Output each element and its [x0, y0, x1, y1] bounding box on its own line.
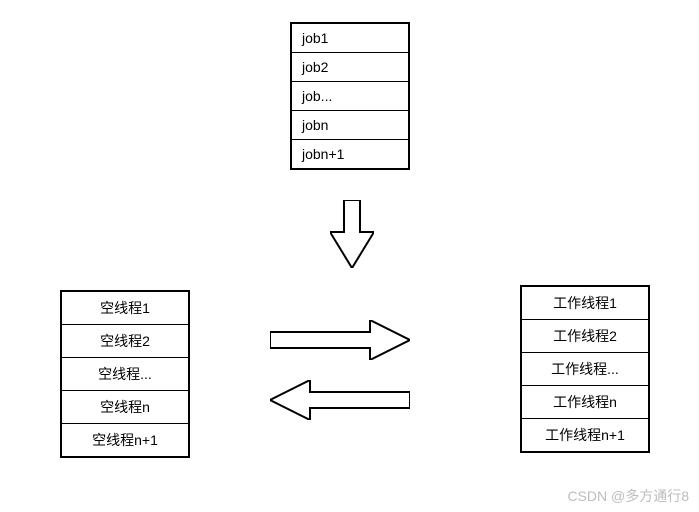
idle-thread-cell: 空线程n+1 [62, 424, 188, 456]
job-cell: jobn [292, 111, 408, 140]
arrow-right-icon [270, 320, 410, 360]
arrow-left-icon [270, 380, 410, 420]
work-thread-cell: 工作线程n [522, 386, 648, 419]
job-cell: job1 [292, 24, 408, 53]
job-queue: job1 job2 job... jobn jobn+1 [290, 22, 410, 170]
work-thread-cell: 工作线程1 [522, 287, 648, 320]
idle-thread-cell: 空线程1 [62, 292, 188, 325]
idle-thread-cell: 空线程n [62, 391, 188, 424]
idle-thread-cell: 空线程... [62, 358, 188, 391]
work-thread-cell: 工作线程n+1 [522, 419, 648, 451]
work-thread-pool: 工作线程1 工作线程2 工作线程... 工作线程n 工作线程n+1 [520, 285, 650, 453]
idle-thread-pool: 空线程1 空线程2 空线程... 空线程n 空线程n+1 [60, 290, 190, 458]
job-cell: jobn+1 [292, 140, 408, 168]
arrow-down-icon [330, 200, 374, 268]
job-cell: job... [292, 82, 408, 111]
watermark: CSDN @多方通行8 [567, 486, 689, 506]
work-thread-cell: 工作线程2 [522, 320, 648, 353]
idle-thread-cell: 空线程2 [62, 325, 188, 358]
job-cell: job2 [292, 53, 408, 82]
work-thread-cell: 工作线程... [522, 353, 648, 386]
